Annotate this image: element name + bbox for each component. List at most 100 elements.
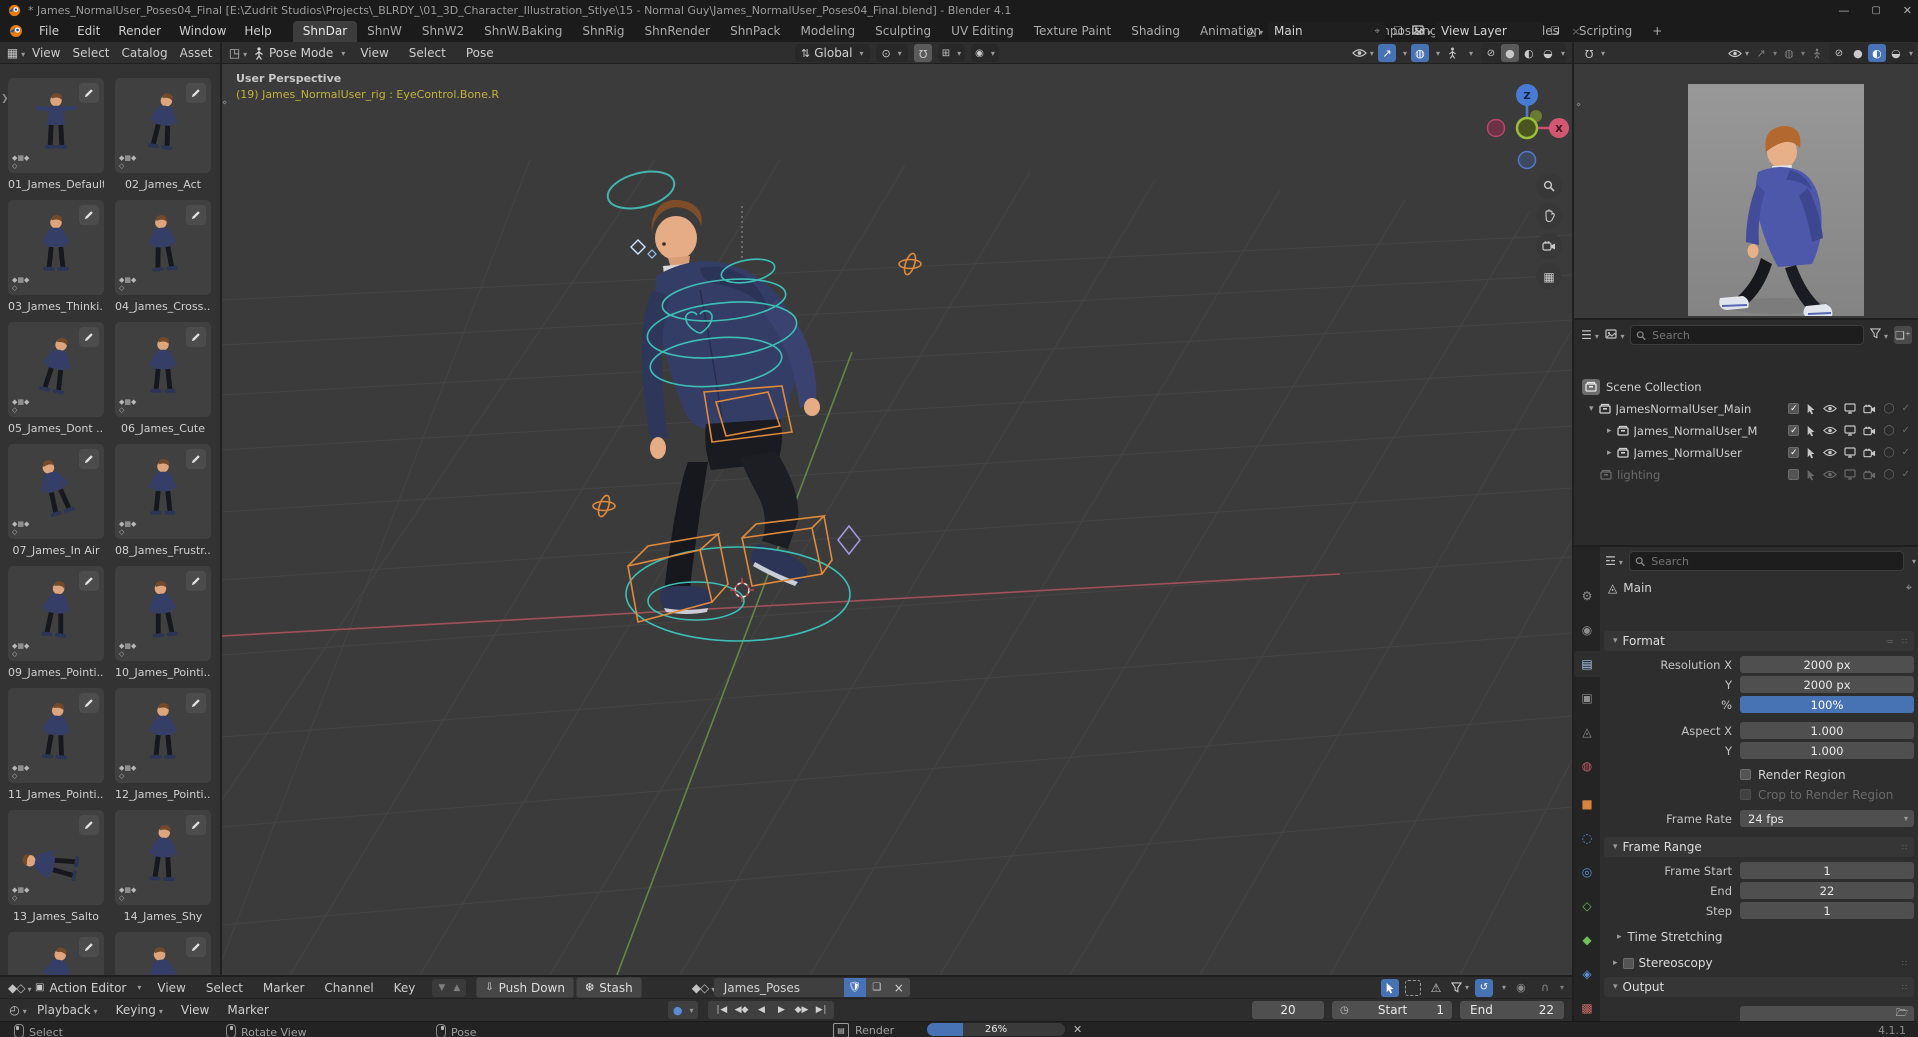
panel-frame-range[interactable]: ▾Frame Range ∷	[1604, 837, 1914, 857]
viewport-editor-icon[interactable]: ◳▾	[228, 46, 248, 60]
play-reverse-button[interactable]: ◀	[751, 1002, 771, 1019]
action-name-field[interactable]: James_Poses	[714, 981, 844, 995]
asset-card[interactable]: ◆▦◆◇11_James_Pointi...	[8, 688, 104, 801]
snap-settings-dropdown[interactable]: ⊞▾	[938, 44, 965, 62]
tab-view-layer[interactable]: ▣	[1574, 685, 1600, 711]
menu-render[interactable]: Render	[109, 24, 170, 38]
outliner-row-lighting[interactable]: lighting	[1600, 464, 1660, 485]
frame-end-field[interactable]: 22	[1740, 882, 1914, 899]
edit-pose-icon[interactable]	[79, 205, 99, 225]
shading-wireframe[interactable]: ⊘	[1482, 44, 1500, 62]
panel-stereoscopy[interactable]: ▸Stereoscopy ∷	[1604, 953, 1914, 973]
preview-xray-toggle[interactable]	[1808, 44, 1826, 62]
tab-shading[interactable]: Shading	[1121, 21, 1190, 42]
menu-window[interactable]: Window	[170, 24, 235, 38]
scene-icon[interactable]: ◬▾	[1245, 24, 1265, 38]
panel-output[interactable]: ▾Output ∷	[1604, 977, 1914, 997]
exclude-checkbox[interactable]	[1788, 469, 1799, 480]
only-selected-filter-icon[interactable]	[1381, 979, 1399, 997]
dope-snap-dropdown[interactable]: ↺	[1475, 979, 1493, 997]
asset-card[interactable]: ◆▦◆◇06_James_Cute	[115, 322, 211, 435]
move-channel-down-button[interactable]: ▼	[438, 983, 445, 993]
show-errors-icon[interactable]: ⚠	[1427, 979, 1445, 997]
asset-card[interactable]: ◆▦◆◇13_James_Salto	[8, 810, 104, 923]
collection-toggles[interactable]: ✓ ◯✓	[1788, 398, 1910, 419]
menu-help[interactable]: Help	[235, 24, 280, 38]
panel-time-stretching[interactable]: ▸Time Stretching	[1614, 927, 1918, 946]
xray-toggle[interactable]	[1444, 44, 1462, 62]
timeline-keying-menu[interactable]: Keying▾	[107, 1003, 172, 1017]
remove-view-layer-button[interactable]: ×	[1567, 22, 1585, 40]
tab-shnw2[interactable]: ShnW2	[412, 21, 474, 42]
tab-output[interactable]: ▤	[1574, 651, 1600, 677]
snap-toggle[interactable]: Ω	[914, 44, 932, 62]
tab-object[interactable]: ■	[1574, 791, 1600, 817]
panel-format[interactable]: ▾Format ≔ ∷	[1604, 631, 1914, 651]
properties-filter-icon[interactable]: ☲▾	[1604, 554, 1624, 568]
preview-overlays-toggle[interactable]: ◍	[1780, 44, 1798, 62]
axis-neg-x[interactable]	[1488, 120, 1505, 137]
asset-card[interactable]: ◆▦◆◇05_James_Dont ...	[8, 322, 104, 435]
frame-start-field[interactable]: 1	[1740, 862, 1914, 879]
auto-keying-toggle[interactable]: ●▾	[668, 1001, 699, 1019]
current-frame-field[interactable]: 20	[1252, 1001, 1324, 1019]
resolution-percent-slider[interactable]: 100%	[1740, 696, 1914, 713]
edit-pose-icon[interactable]	[79, 327, 99, 347]
properties-options-icon[interactable]: ▾	[1912, 557, 1916, 566]
tab-render[interactable]: ◉	[1574, 617, 1600, 643]
expander-icon[interactable]: ▸	[1607, 426, 1612, 436]
timeline-marker-menu[interactable]: Marker	[218, 1003, 277, 1017]
edit-pose-icon[interactable]	[79, 815, 99, 835]
unlink-action-button[interactable]: ×	[888, 978, 910, 997]
tab-shnw[interactable]: ShnW	[357, 21, 412, 42]
editor-mode-dropdown[interactable]: ▣ Action Editor▾	[30, 981, 146, 995]
tab-texture-paint[interactable]: Texture Paint	[1024, 21, 1121, 42]
play-button[interactable]: ▶	[771, 1002, 791, 1019]
menu-file[interactable]: File	[30, 24, 68, 38]
asset-menu-view[interactable]: View	[26, 46, 66, 60]
minimize-button[interactable]: —	[1838, 4, 1849, 17]
preview-visibility-dropdown[interactable]: ▾	[1728, 49, 1749, 58]
timeline-editor-icon[interactable]: ◴▾	[8, 1003, 28, 1017]
gizmos-toggle[interactable]: ↗	[1378, 44, 1396, 62]
edit-pose-icon[interactable]	[186, 693, 206, 713]
dope-menu-marker[interactable]: Marker	[254, 981, 313, 995]
outliner-funnel-icon[interactable]: ▾	[1869, 328, 1889, 342]
preview-shading-solid[interactable]: ●	[1849, 44, 1867, 62]
dope-menu-select[interactable]: Select	[197, 981, 252, 995]
edit-pose-icon[interactable]	[79, 693, 99, 713]
timeline-playback-menu[interactable]: Playback▾	[28, 1003, 107, 1017]
frame-step-field[interactable]: 1	[1740, 902, 1914, 919]
jump-to-start-button[interactable]: ∣◀	[711, 1002, 731, 1019]
new-scene-button[interactable]: ❏	[1389, 22, 1407, 40]
asset-card[interactable]: ◆▦◆◇10_James_Pointi...	[115, 566, 211, 679]
dope-menu-channel[interactable]: Channel	[315, 981, 382, 995]
preview-shading-rendered[interactable]: ◒	[1887, 44, 1905, 62]
zoom-button[interactable]	[1536, 173, 1562, 199]
tab-bone-constraints[interactable]: ◈	[1574, 961, 1600, 987]
preview-shading-material[interactable]: ◐	[1868, 44, 1886, 62]
empty-gizmo[interactable]	[899, 252, 921, 276]
empty-gizmo[interactable]	[593, 494, 615, 518]
exclude-checkbox[interactable]: ✓	[1788, 403, 1799, 414]
bone-diamond[interactable]	[838, 526, 860, 554]
asset-card[interactable]: ◆▦◆◇03_James_Thinki...	[8, 200, 104, 313]
asset-card[interactable]: ◆▦◆◇07_James_In Air	[8, 444, 104, 557]
resolution-y-field[interactable]: 2000 px	[1740, 676, 1914, 693]
axis-gizmo[interactable]: Z X	[1488, 84, 1570, 169]
new-collection-button[interactable]: ❏⁺	[1894, 326, 1912, 344]
collection-toggles[interactable]: ✓ ◯✓	[1788, 420, 1910, 441]
preview-gizmos-toggle[interactable]: ↗	[1752, 44, 1770, 62]
jump-to-end-button[interactable]: ▶∣	[811, 1002, 831, 1019]
exclude-checkbox[interactable]: ✓	[1788, 447, 1799, 458]
edit-pose-icon[interactable]	[186, 571, 206, 591]
asset-card[interactable]: ◆▦◆◇14_James_Shy	[115, 810, 211, 923]
exclude-checkbox[interactable]: ✓	[1788, 425, 1799, 436]
frame-rate-dropdown[interactable]: 24 fps▾	[1740, 810, 1914, 827]
blender-menu-icon[interactable]	[8, 24, 24, 38]
outliner-row-scene-collection[interactable]: Scene Collection	[1582, 376, 1702, 397]
tab-object-data[interactable]: ◇	[1574, 893, 1600, 919]
prev-keyframe-button[interactable]: ◀◆	[731, 1002, 751, 1019]
viewport-menu-view[interactable]: View	[351, 46, 397, 60]
tab-scene[interactable]: ◬	[1574, 719, 1600, 745]
